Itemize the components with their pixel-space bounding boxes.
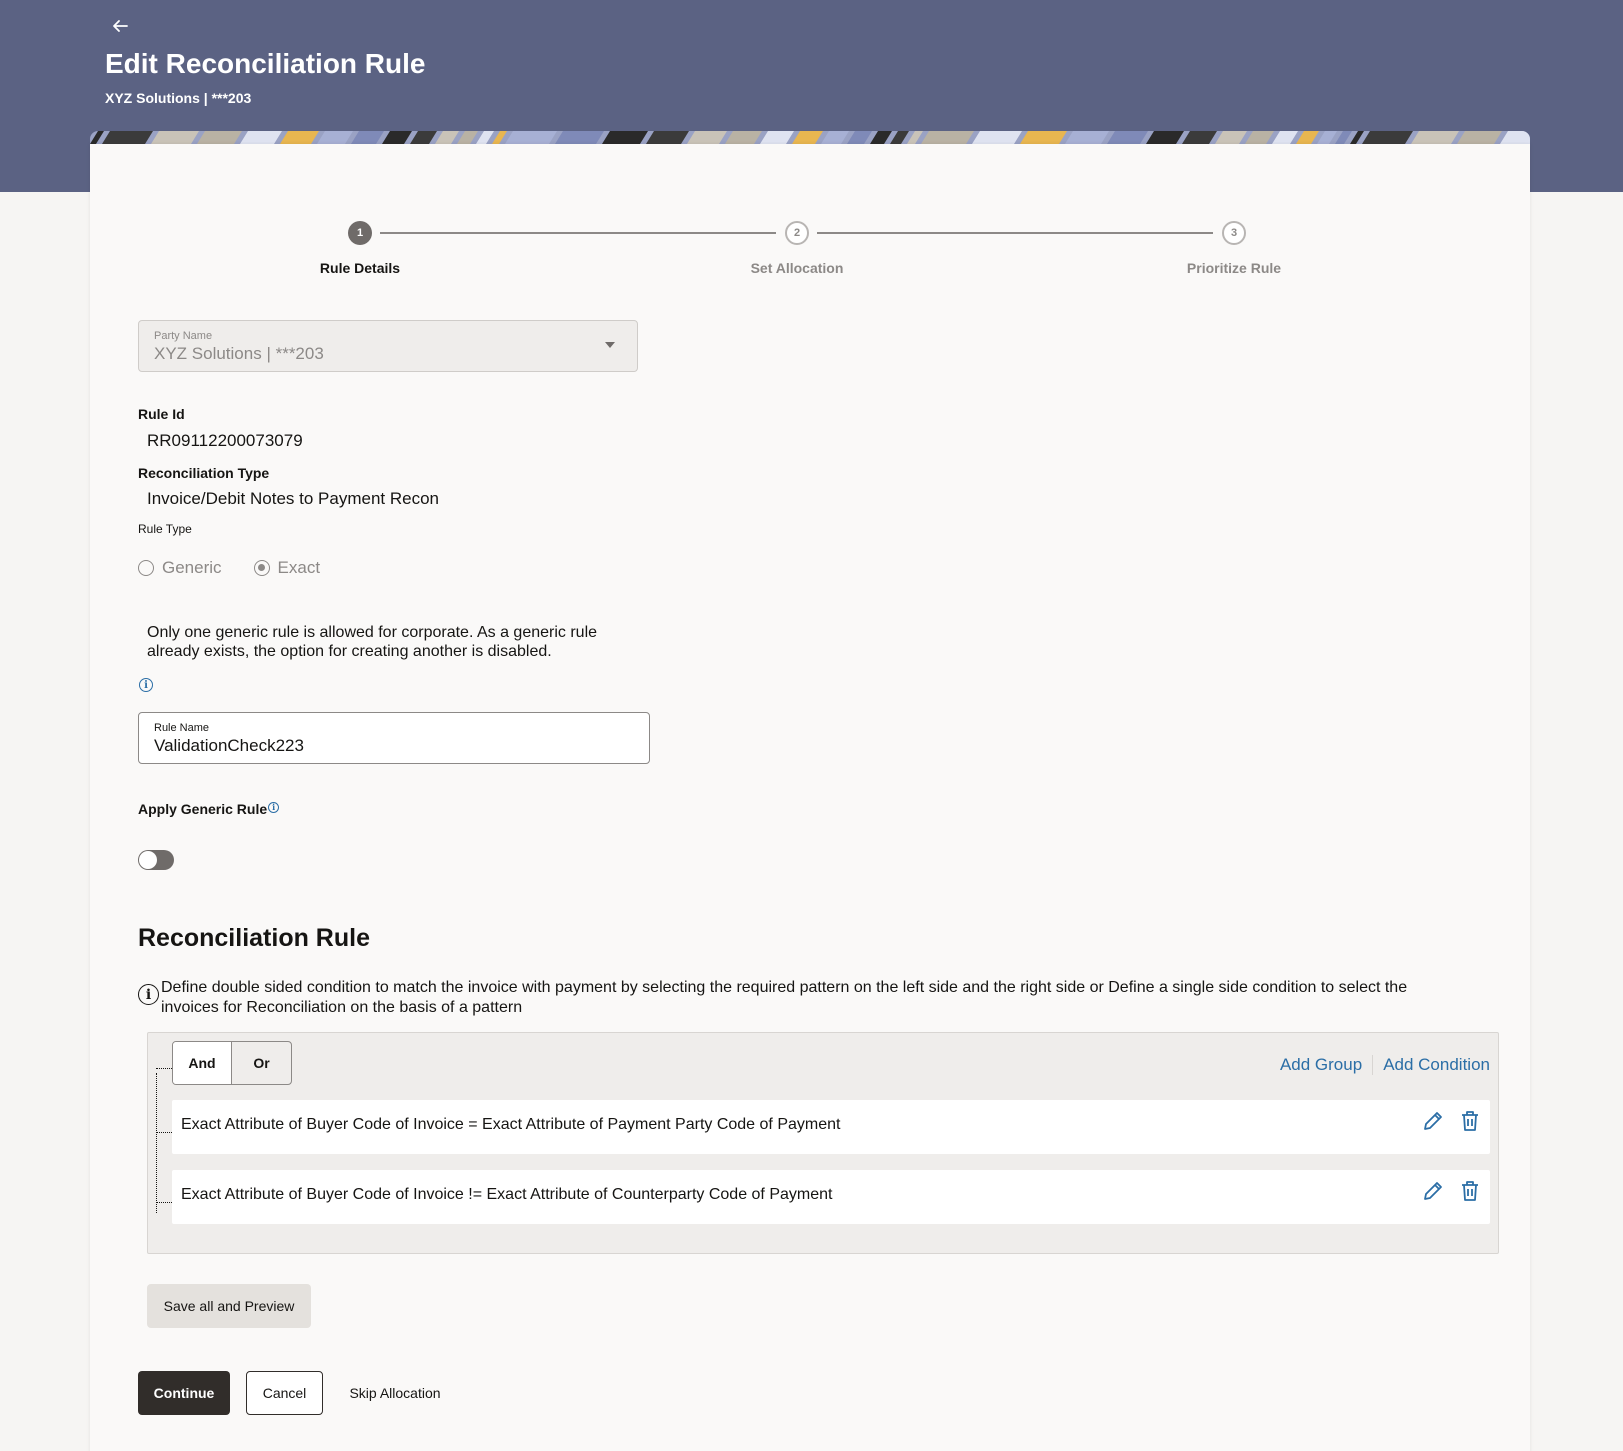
party-name-value: XYZ Solutions | ***203 bbox=[154, 344, 324, 363]
trash-icon[interactable] bbox=[1458, 1179, 1482, 1203]
radio-generic[interactable]: Generic bbox=[138, 558, 222, 578]
page-title: Edit Reconciliation Rule bbox=[105, 48, 426, 79]
apply-generic-rule-text: Apply Generic Rule bbox=[138, 801, 268, 817]
rule-name-value[interactable]: ValidationCheck223 bbox=[154, 736, 304, 756]
tree-connector bbox=[156, 1068, 172, 1069]
radio-unchecked-icon bbox=[138, 560, 154, 576]
page-subtitle: XYZ Solutions | ***203 bbox=[105, 90, 252, 106]
tree-connector bbox=[156, 1132, 172, 1133]
step-3-indicator[interactable]: 3 bbox=[1222, 221, 1246, 245]
radio-exact[interactable]: Exact bbox=[253, 558, 321, 578]
recon-type-label: Reconciliation Type bbox=[138, 465, 270, 481]
radio-checked-icon bbox=[253, 560, 270, 576]
cancel-button[interactable]: Cancel bbox=[246, 1371, 323, 1415]
step-1-indicator[interactable]: 1 bbox=[348, 221, 372, 245]
party-name-label: Party Name bbox=[154, 330, 213, 342]
step-connector bbox=[817, 232, 1213, 234]
form-card: 1 2 3 Rule Details Set Allocation Priori… bbox=[90, 144, 1530, 1451]
step-2-label[interactable]: Set Allocation bbox=[697, 260, 897, 276]
operator-and-button[interactable]: And bbox=[173, 1042, 232, 1084]
party-name-select[interactable]: Party Name XYZ Solutions | ***203 bbox=[138, 320, 638, 372]
step-1-label[interactable]: Rule Details bbox=[260, 260, 460, 276]
recon-rule-description-text: Define double sided condition to match t… bbox=[161, 979, 1408, 1016]
apply-generic-rule-label: Apply Generic Rule i bbox=[138, 801, 280, 817]
condition-text: Exact Attribute of Buyer Code of Invoice… bbox=[181, 1116, 841, 1133]
operator-or-button[interactable]: Or bbox=[232, 1042, 291, 1084]
builder-actions: Add Group Add Condition bbox=[1280, 1055, 1490, 1075]
chevron-down-icon bbox=[605, 342, 615, 348]
apply-generic-rule-toggle[interactable] bbox=[138, 850, 174, 870]
section-title: Reconciliation Rule bbox=[138, 924, 370, 952]
rule-id-value: RR09112200073079 bbox=[147, 431, 303, 450]
info-icon[interactable]: i bbox=[268, 801, 280, 813]
decorative-pattern-strip bbox=[90, 131, 1530, 144]
info-icon: i bbox=[138, 984, 159, 1005]
step-2-indicator[interactable]: 2 bbox=[785, 221, 809, 245]
rule-type-label: Rule Type bbox=[138, 522, 192, 536]
toggle-knob bbox=[139, 851, 157, 869]
back-arrow-icon[interactable] bbox=[110, 16, 136, 42]
pencil-icon[interactable] bbox=[1421, 1109, 1445, 1133]
pencil-icon[interactable] bbox=[1421, 1179, 1445, 1203]
tree-connector bbox=[156, 1073, 157, 1213]
divider bbox=[1372, 1055, 1374, 1075]
rule-name-field[interactable]: Rule Name ValidationCheck223 bbox=[138, 712, 650, 764]
tree-connector bbox=[156, 1202, 172, 1203]
recon-type-value: Invoice/Debit Notes to Payment Recon bbox=[147, 489, 439, 508]
condition-builder: And Or Add Group Add Condition Exact Att… bbox=[147, 1032, 1499, 1254]
condition-text: Exact Attribute of Buyer Code of Invoice… bbox=[181, 1186, 833, 1203]
condition-row: Exact Attribute of Buyer Code of Invoice… bbox=[172, 1100, 1490, 1154]
radio-generic-label: Generic bbox=[162, 558, 222, 577]
recon-rule-description: i Define double sided condition to match… bbox=[138, 978, 1438, 1018]
step-3-label[interactable]: Prioritize Rule bbox=[1134, 260, 1334, 276]
trash-icon[interactable] bbox=[1458, 1109, 1482, 1133]
add-condition-link[interactable]: Add Condition bbox=[1383, 1055, 1490, 1075]
save-and-preview-button[interactable]: Save all and Preview bbox=[147, 1284, 311, 1328]
rule-id-label: Rule Id bbox=[138, 406, 185, 422]
logical-operator-toggle: And Or bbox=[172, 1041, 292, 1085]
radio-exact-label: Exact bbox=[277, 558, 321, 577]
generic-rule-note: Only one generic rule is allowed for cor… bbox=[147, 624, 598, 660]
condition-row: Exact Attribute of Buyer Code of Invoice… bbox=[172, 1170, 1490, 1224]
step-connector bbox=[380, 232, 776, 234]
info-icon[interactable]: i bbox=[139, 678, 153, 692]
skip-allocation-button[interactable]: Skip Allocation bbox=[340, 1371, 450, 1415]
add-group-link[interactable]: Add Group bbox=[1280, 1055, 1362, 1075]
continue-button[interactable]: Continue bbox=[138, 1371, 230, 1415]
rule-type-radio-group: Generic Exact bbox=[138, 556, 352, 580]
step-train: 1 2 3 Rule Details Set Allocation Priori… bbox=[90, 144, 1530, 284]
rule-name-label: Rule Name bbox=[154, 722, 210, 734]
